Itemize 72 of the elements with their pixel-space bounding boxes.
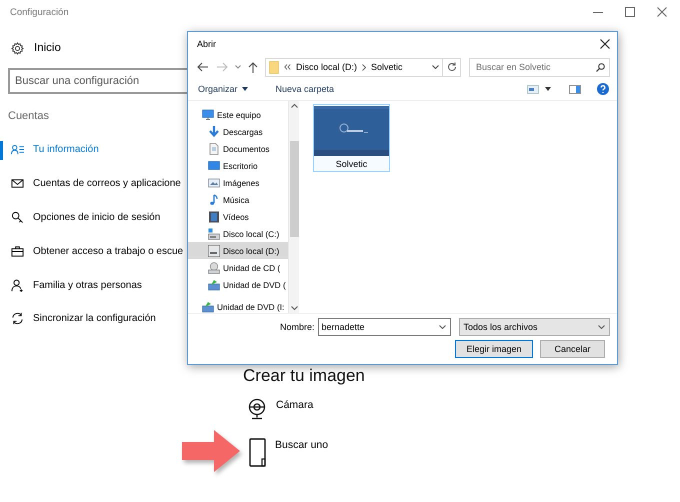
option-button[interactable]: Cámara [243,398,680,420]
address-bar[interactable]: Disco local (D:) Solvetic [265,58,443,76]
drive-icon [208,244,220,256]
filename-label: Nombre: [280,322,315,332]
file-item[interactable]: Solvetic [313,104,390,172]
scrollbar[interactable] [288,101,299,313]
briefcase-icon [11,244,24,258]
tree-item[interactable]: Disco local (D:) [188,242,288,259]
choose-button[interactable]: Elegir imagen [455,340,533,358]
dialog-title: Abrir [197,39,216,49]
option-button[interactable]: Buscar uno [243,438,680,468]
breadcrumb[interactable]: Disco local (D:) [296,62,358,72]
monitor-icon [202,108,214,120]
close-icon[interactable] [600,39,610,49]
sync-icon [11,312,24,326]
caret-icon[interactable] [545,87,551,91]
tree-item[interactable]: Escritorio [188,157,288,174]
tree-item[interactable]: Imágenes [188,174,288,191]
double-chevron-icon [284,64,291,70]
caret-icon[interactable] [432,65,439,69]
view-icon[interactable] [527,84,539,94]
help-icon[interactable] [597,83,609,95]
gear-icon [11,42,24,54]
tree-item[interactable]: Vídeos [188,208,288,225]
webcam-icon [246,398,268,420]
tree-item[interactable]: Descargas [188,123,288,140]
preview-pane-icon[interactable] [569,84,581,94]
caret-icon [242,87,248,91]
section-label: Cuentas [8,109,49,123]
search-icon [596,62,605,72]
folder-icon [269,60,279,74]
document-icon [249,438,267,468]
chevron-icon [362,64,366,70]
scroll-down-icon[interactable] [290,306,298,311]
breadcrumb[interactable]: Solvetic [371,62,403,72]
tree-item[interactable]: Unidad de CD ( [188,259,288,276]
caret-icon[interactable] [438,325,446,329]
tree-item[interactable]: Unidad de DVD (I: [188,298,288,313]
file-type-dropdown[interactable]: Todos los archivos [458,318,610,336]
search-field[interactable]: Buscar en Solvetic [469,58,610,76]
dvd-drive-icon [202,300,214,312]
window-title: Configuración [10,6,69,18]
caret-icon [598,325,605,329]
music-note-icon [208,194,220,206]
disc-drive-icon [208,262,220,274]
tree-item[interactable]: Música [188,191,288,208]
tree-item[interactable]: Este equipo [188,106,288,123]
up-icon[interactable] [248,62,258,72]
desktop-icon [208,160,220,172]
person-icon [11,278,24,292]
dvd-drive-icon [208,278,220,290]
film-icon [208,210,220,222]
pointer-arrow [182,430,242,472]
tree-item[interactable]: Unidad de DVD ( [188,276,288,293]
maximize-icon[interactable] [625,7,635,17]
download-icon [208,126,220,138]
scroll-up-icon[interactable] [290,103,298,108]
drive-icon [208,228,220,240]
back-icon[interactable] [197,62,209,72]
scrollbar-thumb[interactable] [290,141,298,237]
mail-icon [11,177,24,190]
key-icon [11,210,24,224]
tree-item[interactable]: Disco local (C:) [188,225,288,242]
tree-item[interactable]: Documentos [188,140,288,157]
new-folder-button[interactable]: Nueva carpeta [276,84,334,94]
image-icon [208,176,220,188]
refresh-icon[interactable] [446,62,456,72]
section-heading: Crear tu imagen [243,366,366,386]
person-lines-icon [11,143,24,156]
document-icon [208,142,220,154]
cancel-button[interactable]: Cancelar [540,340,605,358]
filename-field[interactable]: bernadette [318,318,451,336]
